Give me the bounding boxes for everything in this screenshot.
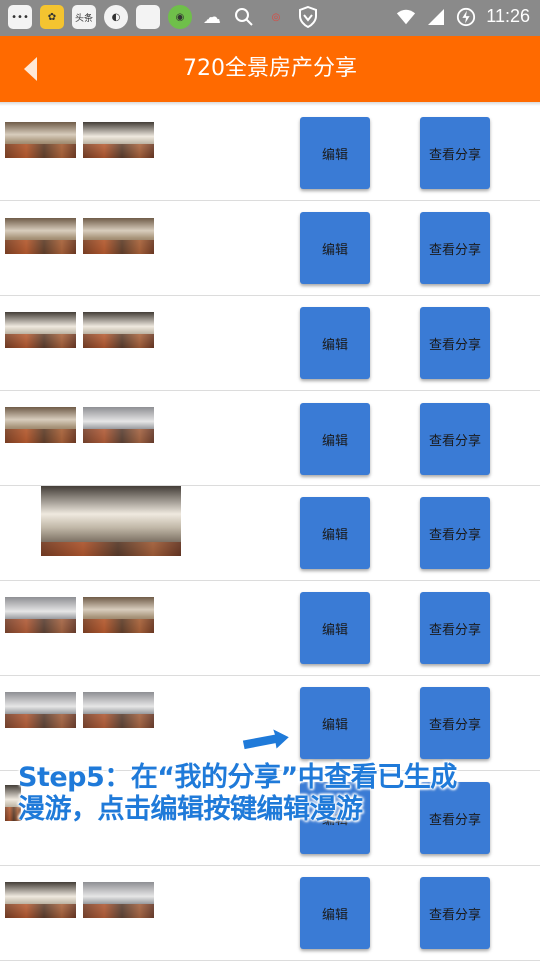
pointer-arrow-icon: [241, 728, 292, 752]
app-header: 720全景房产分享: [0, 36, 540, 102]
system-icons: 11:26: [396, 6, 530, 27]
panorama-thumbnail[interactable]: [5, 882, 76, 918]
panorama-thumbnail[interactable]: [5, 597, 76, 633]
status-bar: ••• ✿ 头条 ◐ ◉ ☁ ◎ 11:26: [0, 0, 540, 36]
panorama-thumbnail[interactable]: [83, 312, 154, 348]
panorama-thumbnail[interactable]: [83, 597, 154, 633]
weibo-icon: ◎: [271, 11, 281, 23]
list-item: 编辑 查看分享: [0, 391, 540, 486]
shield-icon: [296, 5, 320, 29]
panorama-thumbnail[interactable]: [5, 218, 76, 254]
signal-icon: [426, 7, 446, 27]
panorama-thumbnail[interactable]: [5, 312, 76, 348]
clock: 11:26: [486, 6, 530, 26]
panorama-thumbnail[interactable]: [5, 407, 76, 443]
panorama-thumbnail[interactable]: [83, 122, 154, 158]
notification-icons: ••• ✿ 头条 ◐ ◉ ☁ ◎: [8, 5, 320, 29]
edit-button[interactable]: 编辑: [300, 117, 370, 189]
edit-button[interactable]: 编辑: [300, 307, 370, 379]
view-share-button[interactable]: 查看分享: [420, 687, 490, 759]
caption-line: 漫游，点击编辑按键编辑漫游: [18, 794, 363, 825]
panorama-thumbnail[interactable]: [83, 882, 154, 918]
caption-line: Step5：在“我的分享”中查看已生成: [18, 762, 457, 793]
panorama-thumbnail[interactable]: [5, 692, 76, 728]
view-share-button[interactable]: 查看分享: [420, 877, 490, 949]
list-item: 编辑 查看分享: [0, 866, 540, 961]
game-icon: ◉: [168, 5, 192, 29]
toutiao-icon: 头条: [72, 5, 96, 29]
view-share-button[interactable]: 查看分享: [420, 403, 490, 475]
edit-button[interactable]: 编辑: [300, 687, 370, 759]
edit-button[interactable]: 编辑: [300, 497, 370, 569]
edit-button[interactable]: 编辑: [300, 592, 370, 664]
browser-icon: ◐: [104, 5, 128, 29]
page-title: 720全景房产分享: [183, 56, 357, 81]
list-item: 编辑 查看分享: [0, 201, 540, 296]
list-item: 编辑 查看分享: [0, 296, 540, 391]
edit-button[interactable]: 编辑: [300, 212, 370, 284]
battery-icon: [456, 7, 476, 27]
list-item: 编辑 查看分享: [0, 106, 540, 201]
panorama-thumbnail[interactable]: [83, 692, 154, 728]
panorama-thumbnail[interactable]: [83, 407, 154, 443]
view-share-button[interactable]: 查看分享: [420, 117, 490, 189]
view-share-button[interactable]: 查看分享: [420, 307, 490, 379]
list-item: 编辑 查看分享: [0, 581, 540, 676]
square-app-icon: [136, 5, 160, 29]
list-item: 编辑 查看分享: [0, 676, 540, 771]
search-icon: [232, 5, 256, 29]
share-list: 编辑 查看分享 编辑 查看分享 编辑 查看分享 编辑 查看分享 编辑 查看分享 …: [0, 106, 540, 961]
edit-button[interactable]: 编辑: [300, 877, 370, 949]
edit-button[interactable]: 编辑: [300, 403, 370, 475]
app-icon: ✿: [40, 5, 64, 29]
list-item: 编辑 查看分享: [0, 486, 540, 581]
tutorial-caption: Step5：在“我的分享”中查看已生成 漫游，点击编辑按键编辑漫游: [18, 762, 528, 826]
view-share-button[interactable]: 查看分享: [420, 212, 490, 284]
view-share-button[interactable]: 查看分享: [420, 592, 490, 664]
wifi-icon: [396, 7, 416, 27]
message-icon: •••: [8, 5, 32, 29]
panorama-thumbnail[interactable]: [83, 218, 154, 254]
panorama-thumbnail[interactable]: [5, 122, 76, 158]
view-share-button[interactable]: 查看分享: [420, 497, 490, 569]
cloud-icon: ☁: [203, 6, 221, 28]
panorama-thumbnail[interactable]: [41, 486, 181, 556]
